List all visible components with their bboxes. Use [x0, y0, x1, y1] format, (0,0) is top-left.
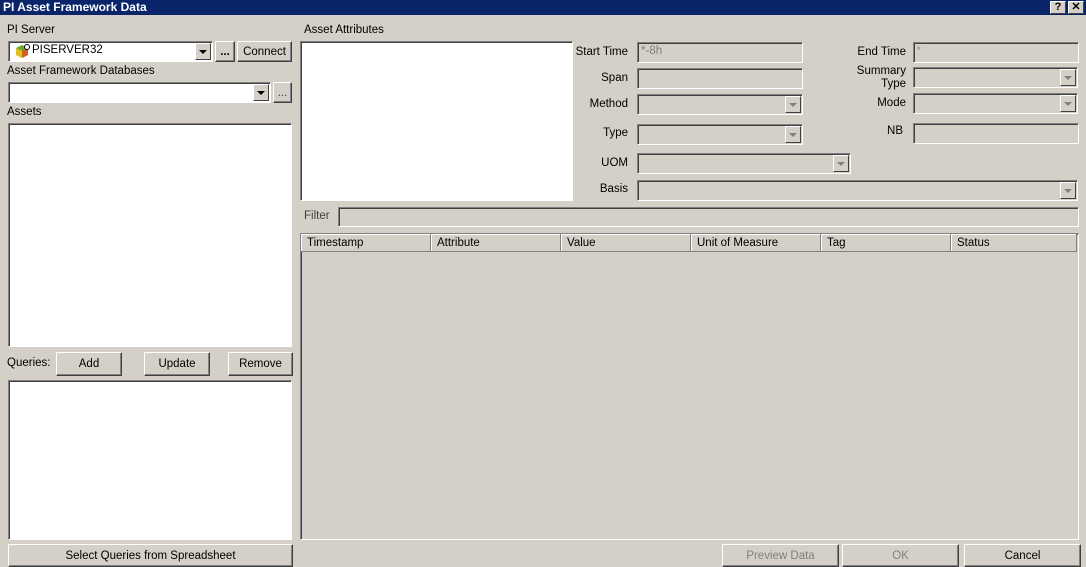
type-combo[interactable] [637, 124, 803, 145]
column-header-attribute[interactable]: Attribute [431, 234, 561, 252]
column-header-value[interactable]: Value [561, 234, 691, 252]
cancel-button[interactable]: Cancel [964, 544, 1081, 567]
summary-type-label-line1: Summary [856, 65, 906, 77]
update-query-button[interactable]: Update [144, 352, 210, 376]
summary-type-combo[interactable] [913, 67, 1078, 88]
select-queries-button[interactable]: Select Queries from Spreadsheet [8, 544, 293, 567]
pi-server-value: PISERVER32 [32, 44, 103, 56]
type-label: Type [603, 127, 628, 139]
af-databases-combo[interactable] [8, 82, 271, 103]
pi-server-label: PI Server [7, 24, 55, 36]
pi-server-combo[interactable]: PISERVER32 [8, 41, 213, 62]
mode-combo[interactable] [913, 93, 1078, 114]
end-time-input[interactable]: * [913, 42, 1079, 63]
af-databases-label: Asset Framework Databases [7, 65, 155, 77]
assets-label: Assets [7, 106, 42, 118]
close-button[interactable]: ✕ [1068, 1, 1084, 14]
browse-server-button[interactable]: ... [215, 41, 235, 62]
add-query-button[interactable]: Add [56, 352, 122, 376]
column-header-tag[interactable]: Tag [821, 234, 951, 252]
summary-type-label: Summary Type [830, 65, 906, 91]
connect-button[interactable]: Connect [237, 41, 292, 62]
method-label: Method [589, 98, 628, 110]
mode-label: Mode [877, 97, 906, 109]
uom-label: UOM [601, 157, 628, 169]
column-header-timestamp[interactable]: Timestamp [301, 234, 431, 252]
queries-list[interactable] [8, 380, 292, 540]
help-button[interactable]: ? [1050, 1, 1066, 14]
summary-type-label-line2: Type [881, 78, 906, 90]
filter-label: Filter [304, 210, 330, 222]
chevron-down-icon[interactable] [833, 155, 849, 172]
asset-attributes-list[interactable] [300, 41, 573, 201]
nb-label: NB [887, 125, 903, 137]
chevron-down-icon[interactable] [1060, 69, 1076, 86]
title-bar: PI Asset Framework Data [0, 0, 1086, 15]
assets-tree[interactable] [8, 123, 292, 347]
chevron-down-icon[interactable] [253, 84, 269, 101]
span-label: Span [601, 72, 628, 84]
column-header-unit-of-measure[interactable]: Unit of Measure [691, 234, 821, 252]
chevron-down-icon[interactable] [785, 126, 801, 143]
queries-label: Queries: [7, 357, 51, 369]
nb-input[interactable] [913, 123, 1079, 144]
column-header-status[interactable]: Status [951, 234, 1077, 252]
results-table[interactable]: Timestamp Attribute Value Unit of Measur… [300, 233, 1079, 540]
filter-input[interactable] [338, 207, 1079, 227]
basis-combo[interactable] [637, 180, 1078, 201]
span-input[interactable] [637, 68, 803, 89]
chevron-down-icon[interactable] [1060, 95, 1076, 112]
preview-data-button[interactable]: Preview Data [722, 544, 839, 567]
end-time-label: End Time [857, 46, 906, 58]
start-time-label: Start Time [575, 46, 628, 58]
browse-database-button[interactable]: ... [273, 82, 292, 103]
method-combo[interactable] [637, 94, 803, 115]
chevron-down-icon[interactable] [195, 43, 211, 60]
chevron-down-icon[interactable] [1060, 182, 1076, 199]
start-time-input[interactable]: *-8h [637, 42, 803, 63]
basis-label: Basis [599, 183, 628, 195]
ok-button[interactable]: OK [842, 544, 959, 567]
asset-attributes-label: Asset Attributes [304, 24, 384, 36]
remove-query-button[interactable]: Remove [228, 352, 293, 376]
window-title: PI Asset Framework Data [3, 0, 147, 14]
server-icon [16, 44, 30, 58]
chevron-down-icon[interactable] [785, 96, 801, 113]
uom-combo[interactable] [637, 153, 851, 174]
